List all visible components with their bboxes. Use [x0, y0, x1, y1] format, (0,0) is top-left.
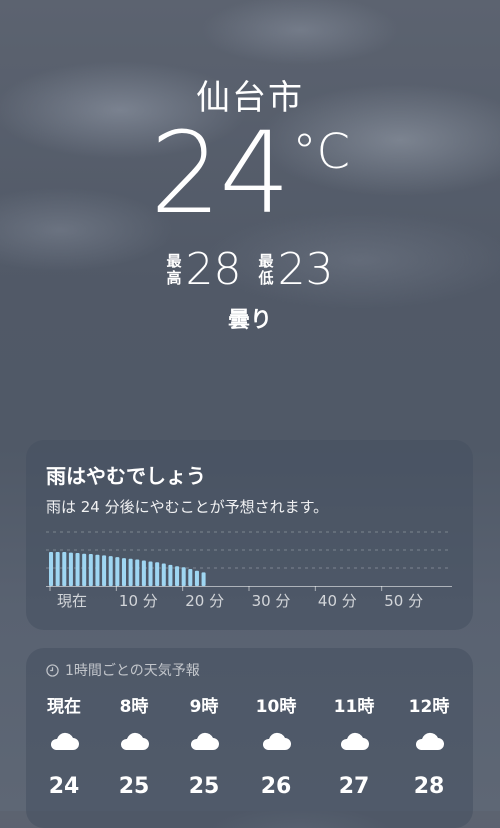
rain-bar	[95, 554, 100, 586]
hour-temp: 25	[188, 774, 220, 799]
rain-bar	[62, 552, 67, 586]
hour-label: 現在	[47, 697, 81, 717]
hour-item: 10時 26	[241, 692, 311, 799]
current-temperature: 24°C	[0, 118, 500, 230]
rain-tick-label: 30 分	[251, 592, 291, 610]
temperature-unit: °C	[292, 124, 351, 180]
rain-bar	[82, 553, 87, 586]
rain-bar	[168, 564, 173, 586]
rain-forecast-card[interactable]: 雨はやむでしょう 雨は 24 分後にやむことが予想されます。 現在 10 分 20 …	[26, 440, 473, 630]
rain-bar	[108, 556, 113, 586]
rain-tick-label: 50 分	[384, 592, 424, 610]
cloud-icon	[394, 730, 464, 756]
weather-condition: 曇り	[227, 308, 272, 333]
low-label: 最 低	[259, 253, 274, 287]
rain-tick-label: 10 分	[118, 592, 158, 610]
hour-item: 9時 25	[169, 692, 239, 799]
hourly-title: 1時間ごとの天気予報	[46, 660, 200, 680]
rain-tick-labels: 現在 10 分 20 分 30 分 40 分 50 分	[46, 590, 452, 610]
low-temp-group: 最 低 23	[259, 248, 334, 292]
rain-bar	[68, 552, 73, 586]
rain-bar	[102, 555, 107, 586]
hour-item: 11時 27	[319, 692, 389, 799]
hour-label: 12時	[408, 697, 450, 717]
high-label: 最 高	[166, 253, 181, 287]
high-label-bottom: 高	[166, 269, 182, 287]
hour-temp: 25	[118, 774, 150, 799]
hour-label: 9時	[189, 697, 219, 717]
rain-bar	[49, 552, 54, 586]
rain-bar	[181, 567, 186, 586]
high-label-top: 最	[166, 252, 182, 270]
hour-label: 10時	[255, 697, 297, 717]
rain-bar	[128, 558, 133, 586]
hour-item: 現在 24	[29, 692, 99, 799]
high-temp-group: 最 高 28	[166, 248, 241, 292]
hour-item: 8時 25	[99, 692, 169, 799]
rain-bar	[201, 572, 206, 586]
rain-bar	[175, 566, 180, 586]
rain-bar	[148, 561, 153, 586]
rain-bar	[121, 558, 126, 586]
rain-bar	[88, 554, 93, 586]
rain-title: 雨はやむでしょう	[46, 464, 206, 488]
cloud-icon	[319, 730, 389, 756]
rain-bar	[141, 560, 146, 586]
high-low: 最 高 28 最 低 23	[0, 248, 500, 292]
cloud-icon	[241, 730, 311, 756]
rain-bar	[135, 559, 140, 586]
rain-tick-label: 40 分	[317, 592, 357, 610]
cloud-icon	[169, 730, 239, 756]
rain-bar	[75, 553, 80, 586]
rain-bar	[115, 557, 120, 586]
rain-bar	[155, 562, 160, 586]
hourly-title-text: 1時間ごとの天気予報	[65, 663, 200, 679]
hour-temp: 26	[260, 774, 292, 799]
high-temp-value: 28	[185, 244, 242, 295]
hour-label: 11時	[333, 697, 375, 717]
hour-temp: 24	[48, 774, 80, 799]
hour-temp: 28	[413, 774, 445, 799]
hour-temp: 27	[338, 774, 370, 799]
rain-description: 雨は 24 分後にやむことが予想されます。	[46, 498, 329, 516]
low-label-top: 最	[258, 252, 274, 270]
cloud-icon	[99, 730, 169, 756]
rain-bar	[188, 569, 193, 586]
low-label-bottom: 低	[258, 269, 274, 287]
rain-tick-label: 現在	[56, 592, 88, 610]
low-temp-value: 23	[277, 244, 334, 295]
clock-icon	[46, 663, 59, 677]
hour-label: 8時	[119, 697, 149, 717]
rain-tick-label: 20 分	[185, 592, 225, 610]
hourly-forecast-card[interactable]: 1時間ごとの天気予報 現在 24 8時 25 9時 25 10時 26 11時 27 12時 28	[26, 648, 473, 828]
rain-bar	[194, 570, 199, 586]
rain-bar	[55, 552, 60, 586]
temperature-value: 24	[149, 109, 291, 239]
cloud-icon	[29, 730, 99, 756]
hour-item: 12時 28	[394, 692, 464, 799]
rain-bar	[161, 563, 166, 586]
